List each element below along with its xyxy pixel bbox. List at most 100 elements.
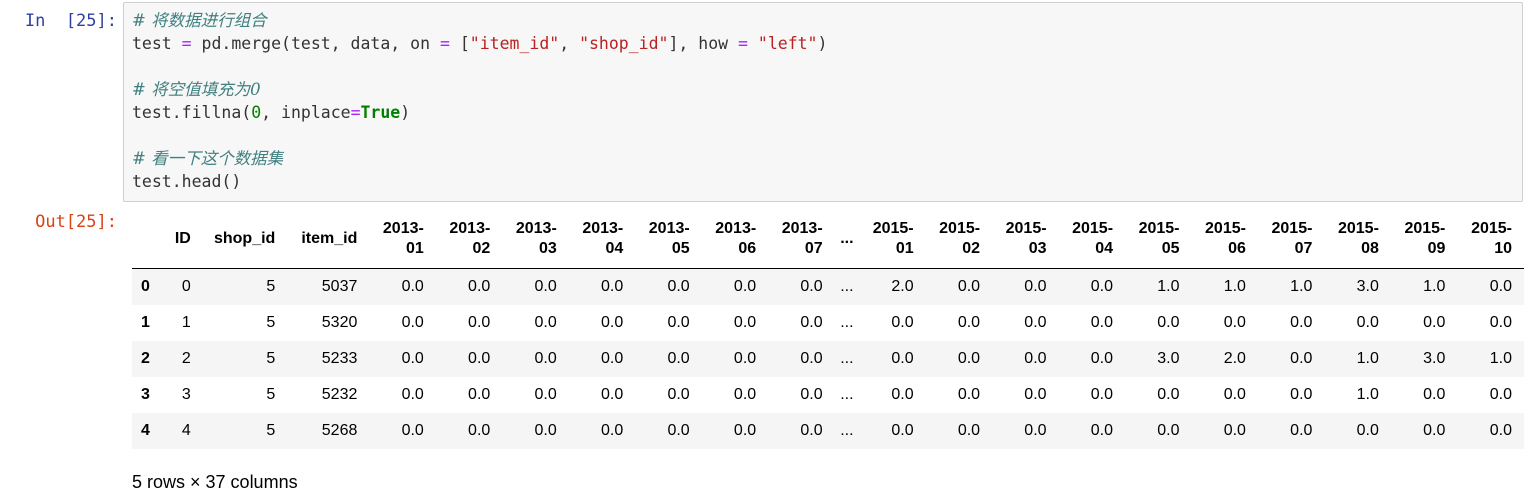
column-header: 2013- 03 bbox=[502, 210, 569, 269]
code-editor[interactable]: # 将数据进行组合 test = pd.merge(test, data, on … bbox=[123, 2, 1523, 202]
code-token: 0 bbox=[251, 103, 262, 122]
table-cell: 0.0 bbox=[957, 385, 981, 403]
table-cell: 0.0 bbox=[957, 277, 981, 295]
table-cell: 0.0 bbox=[1356, 421, 1379, 439]
table-cell: 0.0 bbox=[600, 349, 624, 367]
table-cell: 0.0 bbox=[1423, 313, 1446, 331]
column-header-text: 2015- bbox=[1471, 220, 1512, 237]
code-token: [ bbox=[449, 34, 470, 53]
table-cell: 0.0 bbox=[1356, 313, 1379, 331]
column-header: ID bbox=[166, 210, 203, 269]
column-header-text: 2015- bbox=[1072, 220, 1114, 237]
table-cell: 0.0 bbox=[667, 385, 690, 403]
column-header: 2013- 01 bbox=[369, 210, 436, 269]
code-token: = bbox=[181, 34, 192, 53]
code-token: # 将数据进行组合 bbox=[132, 11, 267, 30]
table-cell: 5 bbox=[266, 385, 276, 403]
column-header: 2013- 04 bbox=[568, 210, 636, 269]
column-header: 2015- 01 bbox=[859, 210, 926, 269]
column-header-text: 2015- bbox=[1138, 220, 1180, 237]
table-cell: 5320 bbox=[321, 313, 358, 331]
column-header: 2015- 02 bbox=[925, 210, 993, 269]
column-header-text: shop_id bbox=[213, 230, 276, 247]
table-cell: ... bbox=[840, 421, 854, 439]
column-header-text: ID bbox=[174, 230, 191, 247]
column-header: 2013- 06 bbox=[701, 210, 769, 269]
column-header-text: 2015- bbox=[872, 220, 914, 237]
column-header-text: 2015- bbox=[1271, 220, 1313, 237]
code-token: test.fillna( bbox=[132, 103, 252, 122]
table-cell: 0.0 bbox=[891, 313, 914, 331]
column-header: 2015- 06 bbox=[1191, 210, 1258, 269]
table-cell: 2.0 bbox=[891, 277, 914, 295]
table-cell: 0.0 bbox=[534, 313, 557, 331]
table-cell: 0.0 bbox=[1024, 349, 1047, 367]
table-cell: 0.0 bbox=[1090, 385, 1114, 403]
column-header-text: 2015- bbox=[1205, 220, 1246, 237]
table-cell: 2 bbox=[181, 349, 191, 367]
table-summary: 5 rows × 37 columns bbox=[132, 472, 298, 492]
column-header: 2013- 02 bbox=[435, 210, 503, 269]
table-cell: 0.0 bbox=[1290, 421, 1313, 439]
table-cell: 0.0 bbox=[1024, 277, 1047, 295]
table-cell: 3.0 bbox=[1356, 277, 1379, 295]
column-header-text: 09 bbox=[1427, 240, 1446, 257]
table-cell: 3.0 bbox=[1423, 349, 1446, 367]
column-header-text: 01 bbox=[406, 240, 424, 257]
table-cell: 2.0 bbox=[1223, 349, 1246, 367]
column-header-text: 04 bbox=[605, 240, 624, 257]
column-header: 2013- 05 bbox=[635, 210, 702, 269]
table-cell: 3 bbox=[181, 385, 191, 403]
column-header-text: 04 bbox=[1095, 240, 1114, 257]
column-header-text: ... bbox=[840, 230, 854, 247]
row-index: 3 bbox=[141, 385, 150, 403]
table-cell: ... bbox=[840, 385, 854, 403]
table-cell: 0.0 bbox=[733, 349, 757, 367]
table-cell: 0.0 bbox=[957, 349, 981, 367]
table-cell: 0.0 bbox=[534, 385, 557, 403]
column-header-text: 2015- bbox=[939, 220, 981, 237]
table-row: 1 1 5 5320 0.0 0.0 0.0 0.0 0.0 0.0 0.0... 0.0 0.0 0.0… bbox=[132, 305, 1524, 341]
table-cell: 0.0 bbox=[1290, 349, 1313, 367]
table-cell: 0.0 bbox=[468, 349, 491, 367]
table-cell: 5 bbox=[266, 277, 276, 295]
column-header-text: 02 bbox=[472, 240, 491, 257]
column-header: 2015- 08 bbox=[1324, 210, 1391, 269]
code-token: test.head() bbox=[132, 172, 242, 191]
row-index: 1 bbox=[141, 313, 150, 331]
column-header: 2015- 03 bbox=[992, 210, 1059, 269]
table-cell: 0.0 bbox=[468, 421, 491, 439]
table-cell: 0.0 bbox=[667, 277, 690, 295]
column-header: 2013- 07 bbox=[768, 210, 835, 269]
code-token: # 将空值填充为0 bbox=[132, 80, 261, 99]
column-header-text: 2015- bbox=[1337, 220, 1379, 237]
table-cell: 0.0 bbox=[401, 385, 424, 403]
table-cell: 0.0 bbox=[733, 313, 757, 331]
table-cell: 1.0 bbox=[1423, 277, 1446, 295]
table-cell: 0.0 bbox=[401, 421, 424, 439]
table-cell: 0.0 bbox=[891, 349, 914, 367]
table-cell: 0.0 bbox=[1489, 277, 1512, 295]
row-index: 0 bbox=[141, 277, 150, 295]
table-cell: 0.0 bbox=[534, 349, 557, 367]
input-prompt: In [25]: bbox=[24, 11, 117, 31]
code-token: = bbox=[439, 34, 450, 53]
code-line: # 将数据进行组合 bbox=[132, 9, 1514, 32]
table-cell: 0.0 bbox=[733, 421, 757, 439]
table-cell: 0.0 bbox=[1423, 421, 1446, 439]
table-cell: 0.0 bbox=[1024, 421, 1047, 439]
code-token: # 看一下这个数据集 bbox=[132, 149, 284, 168]
table-cell: 0.0 bbox=[1090, 421, 1114, 439]
column-header-text: 06 bbox=[738, 240, 757, 257]
code-line: test.fillna(0, inplace=True) bbox=[132, 101, 1514, 124]
table-cell: ... bbox=[840, 277, 854, 295]
table-cell: 0.0 bbox=[733, 385, 757, 403]
code-line: # 将空值填充为0 bbox=[132, 78, 1514, 101]
table-cell: 1.0 bbox=[1223, 277, 1246, 295]
column-header: 2015- 05 bbox=[1125, 210, 1192, 269]
table-cell: 0.0 bbox=[1024, 385, 1047, 403]
column-header-text: 03 bbox=[538, 240, 557, 257]
table-cell: 0.0 bbox=[534, 277, 557, 295]
table-cell: 0.0 bbox=[800, 385, 823, 403]
